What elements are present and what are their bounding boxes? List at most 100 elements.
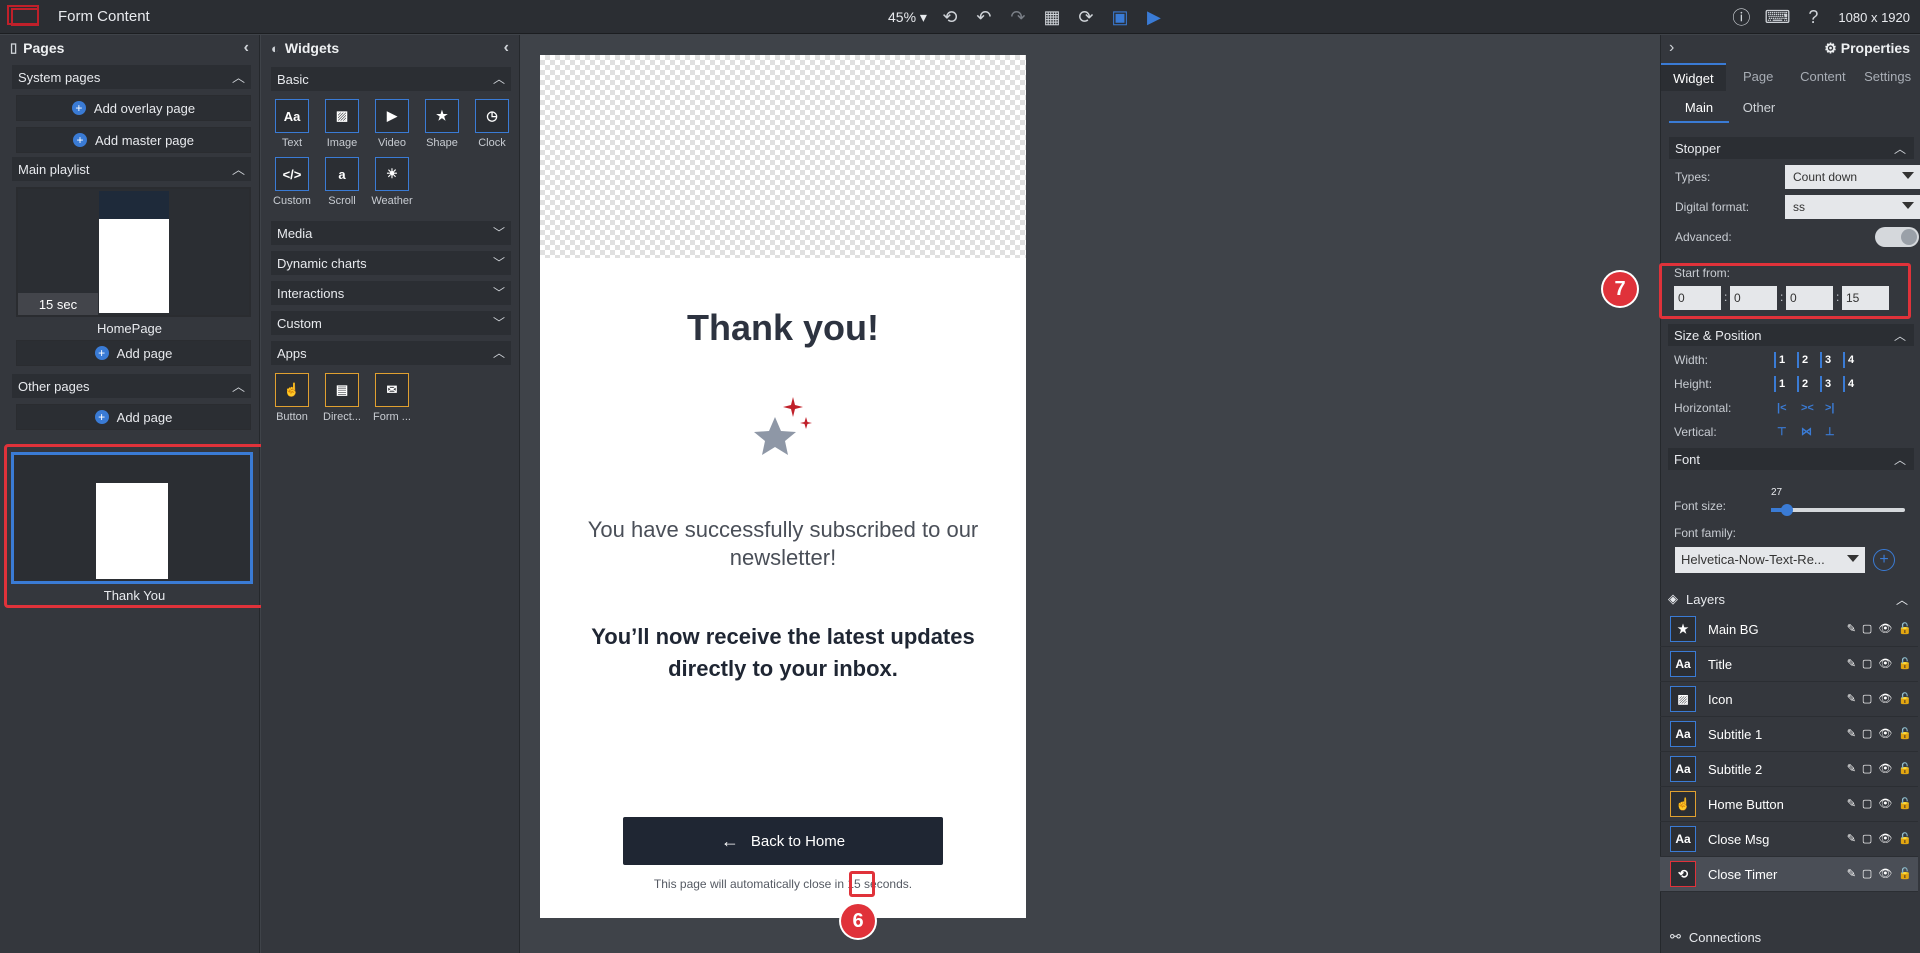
align-middle-icon[interactable]: ⋈ [1798, 424, 1814, 440]
size-position-section[interactable]: Size & Position ︿ [1668, 324, 1914, 346]
widget-scroll[interactable]: a Scroll [325, 157, 359, 207]
collapse-left-icon[interactable]: ‹ [244, 39, 249, 57]
app-form[interactable]: ✉ Form ... [373, 373, 411, 423]
height-option-1[interactable]: 1 [1774, 376, 1790, 392]
add-other-page-button[interactable]: + Add page [16, 404, 251, 430]
frame-icon[interactable]: ▢ [1862, 657, 1872, 670]
align-bottom-icon[interactable]: ⊥ [1822, 424, 1838, 440]
canvas-subtitle-2[interactable]: You’ll now receive the latest updates di… [570, 621, 996, 685]
types-select[interactable]: Count down [1785, 165, 1920, 189]
font-size-slider[interactable] [1771, 504, 1905, 516]
add-font-button[interactable]: + [1873, 549, 1895, 571]
frame-icon[interactable]: ▢ [1862, 727, 1872, 740]
add-overlay-page-button[interactable]: + Add overlay page [16, 95, 251, 121]
align-center-icon[interactable]: >< [1798, 400, 1814, 416]
frame-icon[interactable]: ▢ [1862, 867, 1872, 880]
eye-icon[interactable]: 👁 [1878, 867, 1892, 880]
history-icon[interactable]: ⟲ [939, 6, 961, 28]
eye-icon[interactable]: 👁 [1878, 622, 1892, 635]
start-fraction-input[interactable]: 15 [1842, 286, 1889, 310]
eye-icon[interactable]: 👁 [1878, 832, 1892, 845]
layers-header[interactable]: ◈ Layers ︿ [1660, 587, 1920, 611]
layer-subtitle-1[interactable]: Aa Subtitle 1 ✎ ▢ 👁 🔓 [1660, 717, 1918, 752]
layer-close-timer[interactable]: ⟲ Close Timer ✎ ▢ 👁 🔓 [1660, 857, 1918, 892]
slider-knob[interactable] [1781, 504, 1793, 516]
eye-icon[interactable]: 👁 [1878, 657, 1892, 670]
pin-icon[interactable]: ✎ [1847, 867, 1856, 880]
advanced-toggle[interactable] [1875, 227, 1919, 247]
pin-icon[interactable]: ✎ [1847, 657, 1856, 670]
unlock-icon[interactable]: 🔓 [1898, 727, 1912, 740]
keyboard-icon[interactable]: ⌨ [1764, 6, 1790, 28]
frame-icon[interactable]: ▢ [1862, 622, 1872, 635]
eye-icon[interactable]: 👁 [1878, 727, 1892, 740]
play-icon[interactable]: ▶ [1143, 6, 1165, 28]
frame-icon[interactable]: ▢ [1862, 832, 1872, 845]
interactions-section[interactable]: Interactions ﹀ [271, 281, 511, 305]
connections-section[interactable]: ⚯ Connections [1660, 923, 1920, 951]
canvas-title[interactable]: Thank you! [540, 307, 1026, 349]
add-page-button[interactable]: + Add page [16, 340, 251, 366]
app-button[interactable]: ☝ Button [275, 373, 309, 423]
unlock-icon[interactable]: 🔓 [1898, 692, 1912, 705]
media-section[interactable]: Media ﹀ [271, 221, 511, 245]
grid-icon[interactable]: ▦ [1041, 6, 1063, 28]
frame-icon[interactable]: ▢ [1862, 692, 1872, 705]
layer-icon[interactable]: ▨ Icon ✎ ▢ 👁 🔓 [1660, 682, 1918, 717]
height-option-2[interactable]: 2 [1797, 376, 1813, 392]
thank-you-thumbnail[interactable] [11, 452, 253, 584]
unlock-icon[interactable]: 🔓 [1898, 797, 1912, 810]
frame-icon[interactable]: ▢ [1862, 762, 1872, 775]
homepage-thumbnail[interactable]: 15 sec [16, 187, 251, 317]
help-icon[interactable]: ? [1802, 6, 1824, 28]
tab-settings[interactable]: Settings [1855, 63, 1920, 91]
widget-shape[interactable]: ★ Shape [425, 99, 459, 149]
pin-icon[interactable]: ✎ [1847, 797, 1856, 810]
widget-clock[interactable]: ◷ Clock [475, 99, 509, 149]
eye-icon[interactable]: 👁 [1878, 797, 1892, 810]
widget-video[interactable]: ▶ Video [375, 99, 409, 149]
start-minutes-input[interactable]: 0 [1730, 286, 1777, 310]
pin-icon[interactable]: ✎ [1847, 762, 1856, 775]
height-option-3[interactable]: 3 [1820, 376, 1836, 392]
add-master-page-button[interactable]: + Add master page [16, 127, 251, 153]
page-canvas[interactable]: Thank you! You have successfully subscri… [540, 55, 1026, 918]
app-directory[interactable]: ▤ Direct... [323, 373, 361, 423]
width-option-4[interactable]: 4 [1843, 352, 1859, 368]
close-message[interactable]: This page will automatically close in 15… [540, 877, 1026, 891]
pin-icon[interactable]: ✎ [1847, 727, 1856, 740]
width-option-2[interactable]: 2 [1797, 352, 1813, 368]
pin-icon[interactable]: ✎ [1847, 622, 1856, 635]
main-playlist-section[interactable]: Main playlist ︿ [12, 157, 251, 181]
unlock-icon[interactable]: 🔓 [1898, 657, 1912, 670]
layer-close-msg[interactable]: Aa Close Msg ✎ ▢ 👁 🔓 [1660, 822, 1918, 857]
eye-icon[interactable]: 👁 [1878, 692, 1892, 705]
layer-main-bg[interactable]: ★ Main BG ✎ ▢ 👁 🔓 [1660, 612, 1918, 647]
star-sparkle-icon[interactable] [750, 393, 820, 463]
tab-widget[interactable]: Widget [1661, 63, 1726, 91]
unlock-icon[interactable]: 🔓 [1898, 622, 1912, 635]
align-left-icon[interactable]: |< [1774, 400, 1790, 416]
expand-right-icon[interactable]: › [1669, 39, 1674, 57]
pin-icon[interactable]: ✎ [1847, 832, 1856, 845]
subtab-main[interactable]: Main [1669, 93, 1729, 123]
apps-section[interactable]: Apps ︿ [271, 341, 511, 365]
back-to-home-button[interactable]: ← Back to Home [623, 817, 943, 865]
zoom-select[interactable]: 45% ▾ [888, 9, 927, 26]
redo-icon[interactable]: ↷ [1007, 6, 1029, 28]
resolution-select[interactable]: 1080 x 1920 [1838, 10, 1910, 25]
other-pages-section[interactable]: Other pages ︿ [12, 374, 251, 398]
digital-format-select[interactable]: ss [1785, 195, 1920, 219]
info-icon[interactable]: ⓘ [1730, 6, 1752, 28]
main-bg-transparent[interactable] [540, 55, 1026, 258]
undo-icon[interactable]: ↶ [973, 6, 995, 28]
width-option-1[interactable]: 1 [1774, 352, 1790, 368]
widget-weather[interactable]: ☀ Weather [371, 157, 413, 207]
subtab-other[interactable]: Other [1729, 93, 1789, 123]
start-hours-input[interactable]: 0 [1674, 286, 1721, 310]
unlock-icon[interactable]: 🔓 [1898, 867, 1912, 880]
custom-section[interactable]: Custom ﹀ [271, 311, 511, 335]
basic-section[interactable]: Basic ︿ [271, 67, 511, 91]
height-option-4[interactable]: 4 [1843, 376, 1859, 392]
widget-text[interactable]: Aa Text [275, 99, 309, 149]
